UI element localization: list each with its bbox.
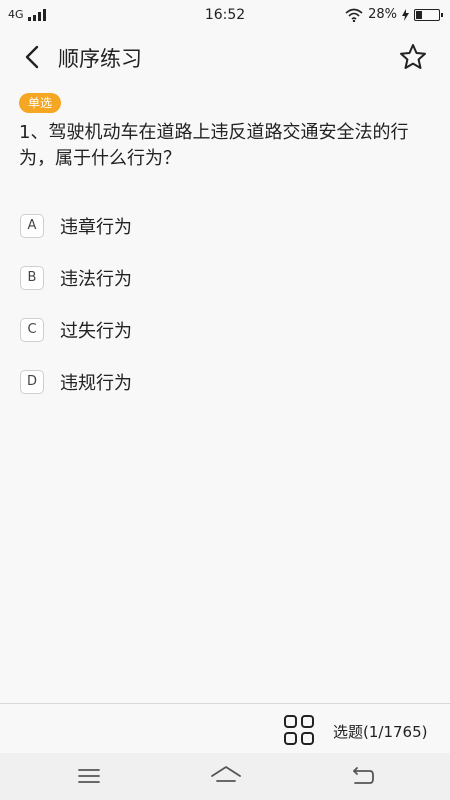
battery-fill (416, 10, 422, 19)
option-letter: A (20, 214, 44, 238)
menu-button[interactable] (76, 764, 102, 788)
status-bar: 4G 16:52 28% (0, 0, 450, 32)
option-letter: D (20, 370, 44, 394)
option-text: 违章行为 (60, 217, 132, 238)
star-outline-icon (400, 44, 426, 69)
menu-icon (78, 769, 100, 783)
system-nav-bar (0, 753, 450, 800)
question-progress[interactable]: 选题(1/1765) (333, 721, 427, 742)
option-text: 违规行为 (60, 373, 132, 394)
favorite-button[interactable] (398, 42, 428, 72)
option-letter: B (20, 266, 44, 290)
grid-icon (284, 715, 314, 745)
option-c[interactable]: C 过失行为 (20, 304, 430, 356)
app-screen: 4G 16:52 28% 顺序练习 单选 1、驾驶机动车在道路上违反道路交通安全… (0, 0, 450, 800)
chevron-left-icon (25, 45, 39, 69)
question-text: 1、驾驶机动车在道路上违反道路交通安全法的行为，属于什么行为？ (19, 122, 409, 169)
answer-options: A 违章行为 B 违法行为 C 过失行为 D 违规行为 (20, 200, 430, 408)
home-button[interactable] (210, 764, 242, 788)
question-grid-button[interactable] (283, 714, 315, 746)
back-arrow-icon (353, 767, 374, 784)
page-title: 顺序练习 (58, 47, 142, 71)
bottom-toolbar: 选题(1/1765) (0, 703, 450, 753)
app-header: 顺序练习 (0, 32, 450, 82)
option-d[interactable]: D 违规行为 (20, 356, 430, 408)
option-text: 过失行为 (60, 321, 132, 342)
home-icon (211, 766, 241, 782)
system-back-button[interactable] (350, 764, 376, 788)
option-text: 违法行为 (60, 269, 132, 290)
question-type-badge: 单选 (19, 93, 62, 113)
status-icons: 28% (345, 7, 443, 22)
battery-icon (414, 8, 443, 21)
charging-icon (402, 8, 409, 21)
back-button[interactable] (18, 42, 48, 72)
option-letter: C (20, 318, 44, 342)
option-b[interactable]: B 违法行为 (20, 252, 430, 304)
option-a[interactable]: A 违章行为 (20, 200, 430, 252)
wifi-icon (345, 8, 363, 22)
battery-percent: 28% (368, 7, 397, 22)
